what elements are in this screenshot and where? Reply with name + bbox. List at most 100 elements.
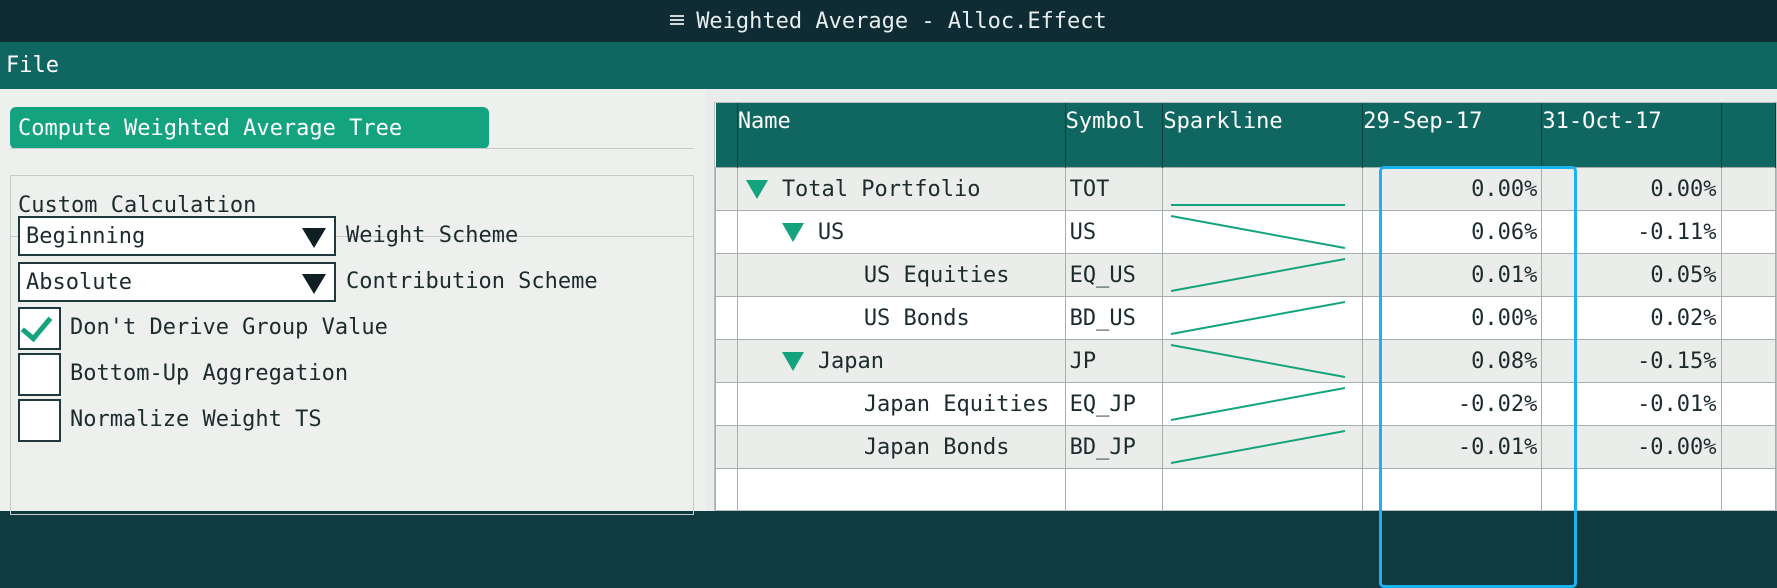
empty-cell: [715, 468, 738, 510]
row-name: US: [817, 219, 845, 245]
symbol-cell[interactable]: JP: [1064, 339, 1164, 383]
weight-scheme-select[interactable]: Beginning: [18, 216, 336, 256]
table-row[interactable]: US Equities EQ_US 0.01% 0.05%: [715, 253, 1776, 297]
empty-cell: [736, 468, 1066, 510]
value-cell-31-oct-17[interactable]: -0.01%: [1541, 382, 1722, 426]
sparkline-chart: [1171, 300, 1346, 335]
value-cell-29-sep-17[interactable]: -0.01%: [1362, 425, 1543, 469]
symbol-cell[interactable]: EQ_JP: [1064, 382, 1164, 426]
value-cell-29-sep-17[interactable]: 0.01%: [1362, 253, 1543, 297]
sparkline-cell: [1162, 253, 1364, 297]
empty-cell: [1362, 468, 1543, 510]
dont-derive-group-value-checkbox[interactable]: [18, 307, 61, 350]
table-row[interactable]: US US 0.06% -0.11%: [715, 210, 1776, 254]
menu-file[interactable]: File: [0, 53, 65, 78]
sparkline-cell: [1162, 296, 1364, 340]
contribution-scheme-value: Absolute: [26, 269, 132, 295]
panel-divider: [10, 148, 694, 149]
value-cell-next[interactable]: [1720, 382, 1776, 426]
bottom-up-aggregation-checkbox[interactable]: [18, 353, 61, 396]
dropdown-arrow-icon[interactable]: [302, 228, 326, 248]
row-header-cell[interactable]: [715, 339, 738, 383]
value-cell-31-oct-17[interactable]: 0.05%: [1541, 253, 1722, 297]
name-cell[interactable]: US Bonds: [736, 296, 1066, 340]
column-header-sparkline[interactable]: Sparkline: [1162, 103, 1364, 168]
value-cell-31-oct-17[interactable]: 0.00%: [1541, 167, 1722, 211]
row-header-corner: [715, 103, 738, 168]
results-grid: Name Symbol Sparkline 29-Sep-17 31-Oct-1…: [714, 102, 1777, 511]
table-row[interactable]: Total Portfolio TOT 0.00% 0.00%: [715, 167, 1776, 211]
value-cell-29-sep-17[interactable]: 0.06%: [1362, 210, 1543, 254]
value-cell-next[interactable]: [1720, 210, 1776, 254]
expand-triangle-icon[interactable]: [781, 352, 804, 371]
column-header-symbol[interactable]: Symbol: [1065, 103, 1164, 168]
table-row-empty: [715, 468, 1776, 510]
column-header-29-sep-17[interactable]: 29-Sep-17: [1362, 103, 1543, 168]
empty-cell: [1720, 468, 1776, 510]
value-cell-next[interactable]: [1720, 296, 1776, 340]
results-table: Name Symbol Sparkline 29-Sep-17 31-Oct-1…: [715, 103, 1776, 510]
empty-cell: [1541, 468, 1722, 510]
weight-scheme-value: Beginning: [26, 223, 146, 249]
table-row[interactable]: Japan JP 0.08% -0.15%: [715, 339, 1776, 383]
row-name: Japan Equities: [863, 391, 1050, 417]
window-menu-icon[interactable]: [670, 15, 685, 27]
value-cell-29-sep-17[interactable]: 0.00%: [1362, 167, 1543, 211]
value-cell-next[interactable]: [1720, 339, 1776, 383]
value-cell-29-sep-17[interactable]: -0.02%: [1362, 382, 1543, 426]
name-cell[interactable]: Japan Equities: [736, 382, 1066, 426]
value-cell-next[interactable]: [1720, 253, 1776, 297]
name-cell[interactable]: US Equities: [736, 253, 1066, 297]
row-name: US Equities: [863, 262, 1010, 288]
window-title-bar: Weighted Average - Alloc.Effect: [0, 0, 1777, 42]
checkmark-icon: [20, 308, 53, 343]
row-name: Japan Bonds: [863, 434, 1010, 460]
table-row[interactable]: Japan Equities EQ_JP -0.02% -0.01%: [715, 382, 1776, 426]
contribution-scheme-select[interactable]: Absolute: [18, 262, 336, 302]
compute-weighted-average-tree-button[interactable]: Compute Weighted Average Tree: [10, 107, 489, 149]
window-title: Weighted Average - Alloc.Effect: [696, 8, 1107, 34]
value-cell-next[interactable]: [1720, 167, 1776, 211]
name-cell[interactable]: Japan Bonds: [736, 425, 1066, 469]
value-cell-31-oct-17[interactable]: -0.00%: [1541, 425, 1722, 469]
row-header-cell[interactable]: [715, 210, 738, 254]
name-cell[interactable]: US: [736, 210, 1066, 254]
sparkline-chart: [1171, 343, 1346, 378]
row-header-cell[interactable]: [715, 296, 738, 340]
name-cell[interactable]: Japan: [736, 339, 1066, 383]
symbol-cell[interactable]: BD_JP: [1064, 425, 1164, 469]
expand-triangle-icon[interactable]: [781, 223, 804, 242]
table-row[interactable]: US Bonds BD_US 0.00% 0.02%: [715, 296, 1776, 340]
sparkline-line: [1171, 300, 1346, 335]
name-cell[interactable]: Total Portfolio: [736, 167, 1066, 211]
value-cell-29-sep-17[interactable]: 0.08%: [1362, 339, 1543, 383]
normalize-weight-ts-checkbox[interactable]: [18, 399, 61, 442]
sparkline-line: [1171, 214, 1346, 249]
table-row[interactable]: Japan Bonds BD_JP -0.01% -0.00%: [715, 425, 1776, 469]
sparkline-cell: [1162, 382, 1364, 426]
value-cell-31-oct-17[interactable]: -0.15%: [1541, 339, 1722, 383]
column-header-name[interactable]: Name: [737, 103, 1066, 168]
value-cell-next[interactable]: [1720, 425, 1776, 469]
row-header-cell[interactable]: [715, 167, 738, 211]
sparkline-chart: [1171, 214, 1346, 249]
symbol-cell[interactable]: EQ_US: [1064, 253, 1164, 297]
value-cell-29-sep-17[interactable]: 0.00%: [1362, 296, 1543, 340]
symbol-cell[interactable]: US: [1064, 210, 1164, 254]
row-header-cell[interactable]: [715, 382, 738, 426]
dropdown-arrow-icon[interactable]: [302, 274, 326, 294]
header-row: Name Symbol Sparkline 29-Sep-17 31-Oct-1…: [715, 103, 1776, 168]
sparkline-cell: [1162, 425, 1364, 469]
grid-body: Total Portfolio TOT 0.00% 0.00% US US 0.06% -0.…: [715, 167, 1776, 510]
value-cell-31-oct-17[interactable]: -0.11%: [1541, 210, 1722, 254]
expand-triangle-icon[interactable]: [745, 180, 768, 199]
symbol-cell[interactable]: BD_US: [1064, 296, 1164, 340]
column-header-31-oct-17[interactable]: 31-Oct-17: [1541, 103, 1722, 168]
sparkline-cell: [1162, 210, 1364, 254]
row-header-cell[interactable]: [715, 425, 738, 469]
value-cell-31-oct-17[interactable]: 0.02%: [1541, 296, 1722, 340]
row-header-cell[interactable]: [715, 253, 738, 297]
symbol-cell[interactable]: TOT: [1064, 167, 1164, 211]
sparkline-chart: [1171, 386, 1346, 421]
column-header-next: [1721, 103, 1776, 168]
